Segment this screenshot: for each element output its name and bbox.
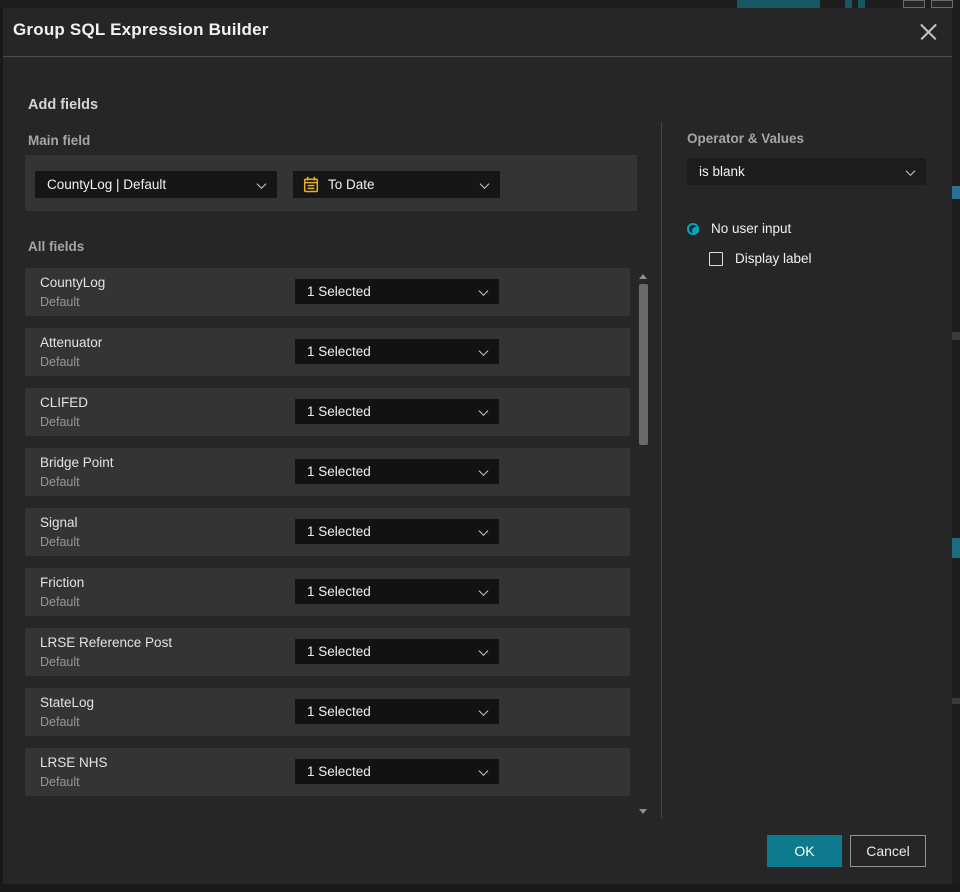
field-row: LRSE Reference Post Default 1 Selected	[25, 628, 630, 676]
field-name: Bridge Point	[40, 455, 114, 470]
chevron-down-icon	[478, 345, 489, 356]
field-name: LRSE Reference Post	[40, 635, 173, 650]
field-row: LRSE NHS Default 1 Selected	[25, 748, 630, 796]
field-row: CLIFED Default 1 Selected	[25, 388, 630, 436]
field-row: Bridge Point Default 1 Selected	[25, 448, 630, 496]
chevron-down-icon	[905, 165, 916, 176]
chevron-down-icon	[478, 585, 489, 596]
chevron-down-icon	[478, 285, 489, 296]
chevron-down-icon	[256, 178, 267, 189]
field-row: Attenuator Default 1 Selected	[25, 328, 630, 376]
field-dropdown-value: To Date	[328, 177, 375, 192]
ok-button[interactable]: OK	[767, 835, 842, 867]
field-selection-value: 1 Selected	[307, 404, 371, 419]
cancel-button[interactable]: Cancel	[850, 835, 926, 867]
field-sublabel: Default	[40, 715, 80, 729]
toolbar-fragment-icon	[845, 0, 852, 8]
live-view-button: Live view	[737, 0, 820, 8]
field-selection-dropdown[interactable]: 1 Selected	[295, 279, 499, 304]
toolbar-fragment-icon	[903, 0, 925, 8]
field-selection-dropdown[interactable]: 1 Selected	[295, 339, 499, 364]
field-selection-dropdown[interactable]: 1 Selected	[295, 459, 499, 484]
chevron-down-icon	[479, 178, 490, 189]
field-sublabel: Default	[40, 595, 80, 609]
live-view-label: Live view	[763, 0, 804, 3]
field-selection-dropdown[interactable]: 1 Selected	[295, 399, 499, 424]
backdrop-right-edge	[952, 8, 960, 884]
main-field-panel: CountyLog | Default To Date	[25, 155, 637, 211]
field-row: Signal Default 1 Selected	[25, 508, 630, 556]
scrollbar-thumb[interactable]	[639, 284, 648, 445]
operator-dropdown[interactable]: is blank	[687, 158, 926, 185]
field-name: Attenuator	[40, 335, 103, 350]
column-divider	[661, 122, 662, 818]
backdrop-fragment	[952, 186, 960, 199]
operator-dropdown-value: is blank	[699, 164, 745, 179]
scroll-down-icon[interactable]	[639, 809, 647, 814]
chevron-down-icon	[478, 645, 489, 656]
chevron-down-icon	[478, 465, 489, 476]
field-selection-value: 1 Selected	[307, 584, 371, 599]
layer-dropdown[interactable]: CountyLog | Default	[35, 171, 277, 198]
operator-values-label: Operator & Values	[687, 131, 805, 146]
field-sublabel: Default	[40, 355, 80, 369]
field-row: CountyLog Default 1 Selected	[25, 268, 630, 316]
field-sublabel: Default	[40, 415, 80, 429]
field-selection-value: 1 Selected	[307, 704, 371, 719]
field-selection-value: 1 Selected	[307, 284, 371, 299]
dialog-title: Group SQL Expression Builder	[13, 20, 269, 39]
chevron-down-icon	[478, 405, 489, 416]
field-selection-dropdown[interactable]: 1 Selected	[295, 579, 499, 604]
field-name: CLIFED	[40, 395, 89, 410]
chevron-down-icon	[478, 765, 489, 776]
backdrop-fragment	[952, 698, 960, 704]
field-sublabel: Default	[40, 775, 80, 789]
field-selection-value: 1 Selected	[307, 344, 371, 359]
all-fields-label: All fields	[28, 239, 85, 254]
field-row: StateLog Default 1 Selected	[25, 688, 630, 736]
field-sublabel: Default	[40, 475, 80, 489]
field-name: CountyLog	[40, 275, 106, 290]
field-sublabel: Default	[40, 655, 80, 669]
add-fields-heading: Add fields	[28, 97, 99, 113]
radio-selected-icon	[687, 222, 699, 235]
no-user-input-radio[interactable]: No user input	[687, 221, 791, 236]
backdrop-toolbar: Live view	[0, 0, 960, 8]
display-label-text: Display label	[735, 251, 812, 266]
scrollbar[interactable]	[639, 262, 648, 816]
group-sql-expression-builder-dialog: Group SQL Expression Builder Add fields …	[3, 8, 952, 884]
field-sublabel: Default	[40, 295, 80, 309]
field-selection-value: 1 Selected	[307, 524, 371, 539]
all-fields-list: CountyLog Default 1 Selected Attenuator …	[25, 268, 630, 808]
checkbox-unchecked-icon	[709, 251, 723, 266]
no-user-input-label: No user input	[711, 221, 792, 236]
field-selection-dropdown[interactable]: 1 Selected	[295, 639, 499, 664]
display-label-checkbox[interactable]: Display label	[709, 251, 812, 266]
backdrop-fragment	[952, 538, 960, 558]
calendar-icon	[303, 176, 319, 193]
backdrop-fragment	[952, 332, 960, 340]
field-selection-dropdown[interactable]: 1 Selected	[295, 699, 499, 724]
field-selection-value: 1 Selected	[307, 644, 371, 659]
field-selection-value: 1 Selected	[307, 464, 371, 479]
field-selection-dropdown[interactable]: 1 Selected	[295, 759, 499, 784]
field-name: Friction	[40, 575, 85, 590]
field-selection-dropdown[interactable]: 1 Selected	[295, 519, 499, 544]
dialog-header: Group SQL Expression Builder	[3, 8, 952, 57]
field-dropdown[interactable]: To Date	[293, 171, 500, 198]
field-name: Signal	[40, 515, 78, 530]
field-selection-value: 1 Selected	[307, 764, 371, 779]
close-icon[interactable]	[917, 20, 941, 44]
scroll-up-icon[interactable]	[639, 274, 647, 279]
field-name: LRSE NHS	[40, 755, 108, 770]
field-name: StateLog	[40, 695, 95, 710]
field-sublabel: Default	[40, 535, 80, 549]
chevron-down-icon	[478, 525, 489, 536]
field-row: Friction Default 1 Selected	[25, 568, 630, 616]
chevron-down-icon	[478, 705, 489, 716]
toolbar-fragment-icon	[931, 0, 953, 8]
layer-dropdown-value: CountyLog | Default	[47, 177, 167, 192]
toolbar-fragment-icon	[858, 0, 865, 8]
main-field-label: Main field	[28, 133, 91, 148]
